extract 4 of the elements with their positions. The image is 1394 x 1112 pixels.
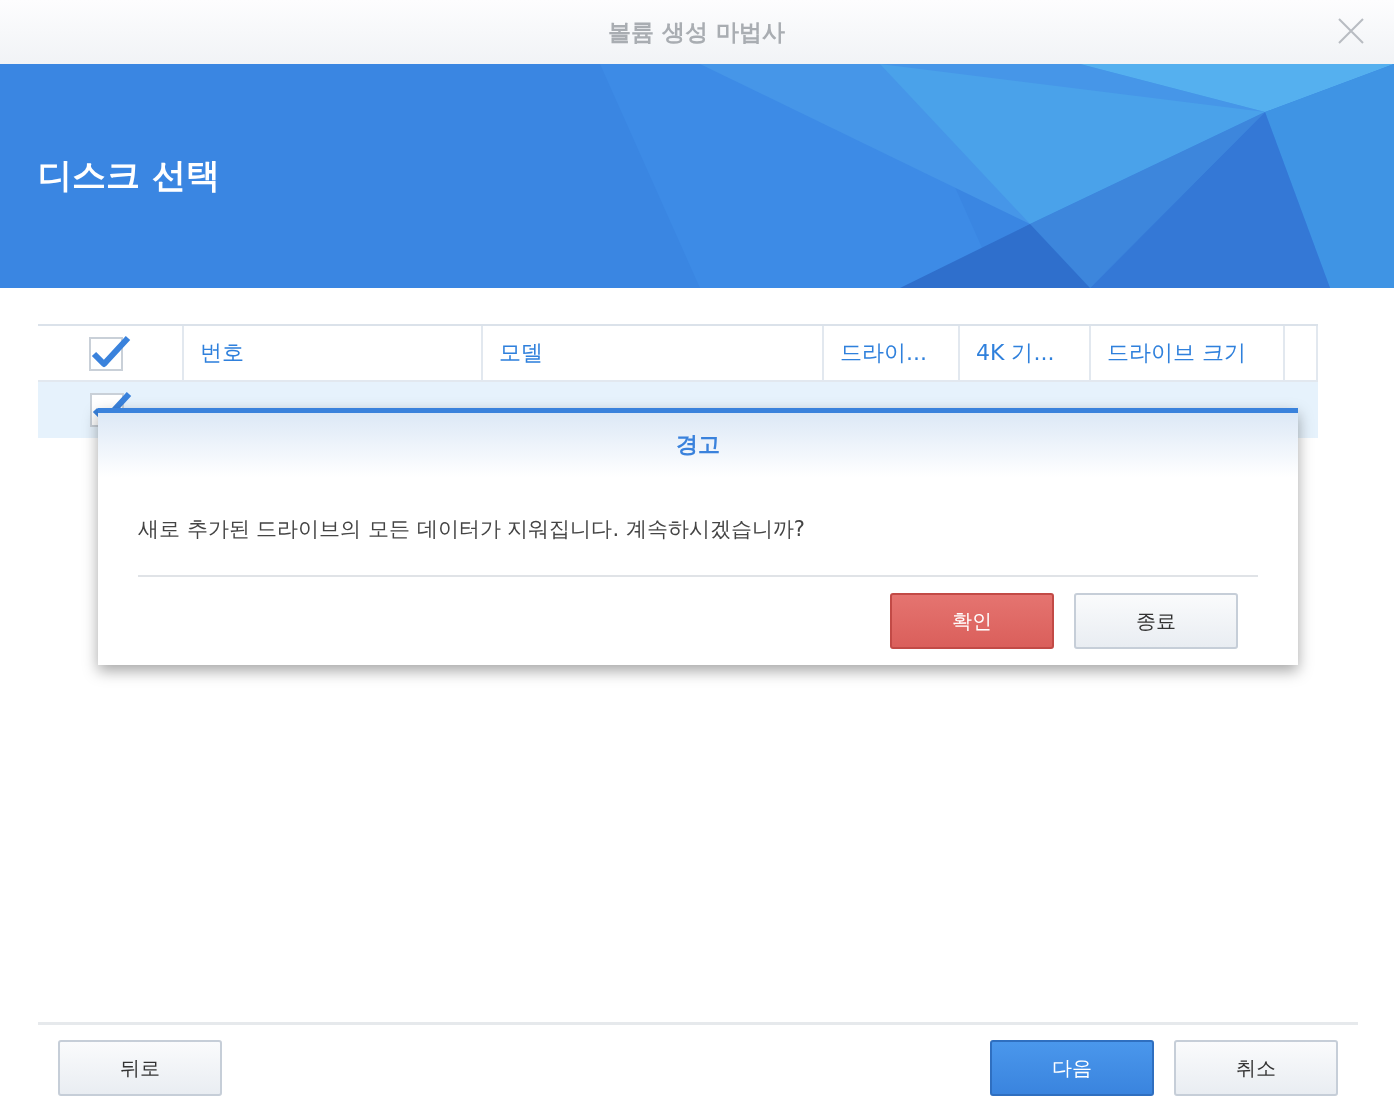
warning-message: 새로 추가된 드라이브의 모든 데이터가 지워집니다. 계속하시겠습니까?	[138, 517, 805, 541]
dialog-title: 경고	[676, 431, 720, 459]
window-title: 볼륨 생성 마법사	[608, 17, 786, 47]
page-heading: 디스크 선택	[38, 154, 220, 197]
